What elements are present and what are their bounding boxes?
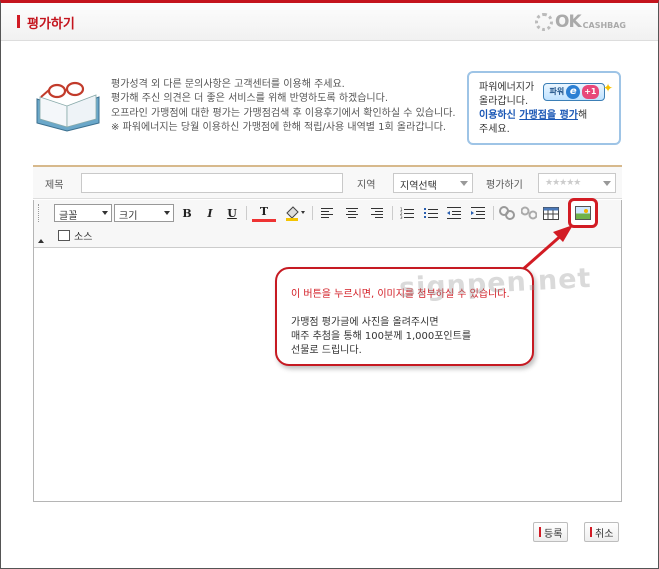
bullet-list-icon bbox=[424, 208, 438, 218]
rate-store-link[interactable]: 가맹점을 평가 bbox=[519, 110, 578, 121]
logo-ok-text: OK bbox=[555, 12, 582, 32]
editor-toolbar: 글꼴 크기 B I U T 1 2 3 소스 bbox=[34, 198, 621, 248]
logo-cashbag-text: CASHBAG bbox=[582, 20, 626, 30]
rating-stars: ★★★★★ bbox=[545, 178, 581, 188]
notice-text: 평가성격 외 다른 문의사항은 고객센터를 이용해 주세요. 평가해 주신 의견… bbox=[111, 78, 456, 136]
power-energy-badge: 파워 e +1 ✦ bbox=[543, 81, 613, 101]
link-prefix: 이용하신 bbox=[479, 110, 520, 121]
title-label: 제목 bbox=[45, 180, 64, 191]
size-select[interactable]: 크기 bbox=[114, 204, 174, 222]
header-accent-bar bbox=[17, 15, 20, 28]
region-label: 지역 bbox=[357, 180, 376, 191]
font-select[interactable]: 글꼴 bbox=[54, 204, 112, 222]
notice-line: 평가성격 외 다른 문의사항은 고객센터를 이용해 주세요. bbox=[111, 79, 345, 90]
numbered-list-button[interactable]: 123 bbox=[398, 204, 416, 222]
align-left-icon bbox=[321, 208, 333, 218]
link-icon bbox=[499, 206, 515, 220]
table-icon bbox=[543, 206, 559, 220]
chevron-down-icon bbox=[164, 211, 170, 215]
callout-text: 매주 추첨을 통해 100분께 1,000포인트를 bbox=[291, 331, 472, 342]
source-label: 소스 bbox=[74, 231, 93, 243]
unlink-button[interactable] bbox=[520, 204, 538, 222]
font-select-label: 글꼴 bbox=[59, 211, 78, 222]
source-icon bbox=[58, 229, 70, 241]
review-form-row: 제목 지역 지역선택 평가하기 ★★★★★ bbox=[33, 167, 622, 199]
book-glasses-icon bbox=[36, 81, 100, 132]
background-color-button[interactable] bbox=[282, 204, 308, 222]
text-color-glyph: T bbox=[259, 205, 269, 218]
link-suffix: 해 bbox=[577, 110, 588, 121]
indent-icon bbox=[471, 207, 485, 219]
button-accent-bar bbox=[539, 527, 541, 537]
page-title: 평가하기 bbox=[27, 17, 75, 32]
align-right-icon bbox=[371, 208, 383, 218]
align-right-button[interactable] bbox=[368, 204, 386, 222]
numbered-list-icon: 123 bbox=[400, 207, 414, 219]
cancel-label: 취소 bbox=[595, 528, 614, 540]
button-accent-bar bbox=[590, 527, 592, 537]
outdent-icon bbox=[447, 207, 461, 219]
align-left-button[interactable] bbox=[318, 204, 336, 222]
power-box-line: 주세요. bbox=[479, 124, 510, 135]
toolbar-grip bbox=[38, 204, 40, 222]
chevron-down-icon bbox=[460, 181, 468, 186]
rating-select[interactable]: ★★★★★ bbox=[538, 173, 616, 193]
submit-label: 등록 bbox=[544, 528, 563, 540]
rate-store-link-text[interactable]: 가맹점을 평가 bbox=[519, 110, 578, 121]
toolbar-separator bbox=[493, 206, 494, 220]
badge-plus: +1 bbox=[582, 85, 599, 99]
bold-button[interactable]: B bbox=[178, 204, 196, 222]
chevron-down-icon bbox=[603, 181, 611, 186]
outdent-button[interactable] bbox=[445, 204, 463, 222]
region-select[interactable]: 지역선택 bbox=[393, 173, 473, 193]
region-select-value: 지역선택 bbox=[400, 181, 437, 192]
table-button[interactable] bbox=[542, 204, 560, 222]
rating-label: 평가하기 bbox=[486, 180, 523, 191]
power-energy-box: 파워에너지가 올라갑니다. 파워 e +1 ✦ 이용하신 가맹점을 평가해 주세… bbox=[467, 71, 621, 145]
italic-button[interactable]: I bbox=[201, 204, 219, 222]
text-color-button[interactable]: T bbox=[252, 204, 276, 222]
underline-button[interactable]: U bbox=[223, 204, 241, 222]
bullet-list-button[interactable] bbox=[422, 204, 440, 222]
toolbar-separator bbox=[312, 206, 313, 220]
badge-e-icon: e bbox=[566, 85, 581, 99]
image-icon bbox=[575, 206, 591, 220]
align-center-button[interactable] bbox=[343, 204, 361, 222]
indent-button[interactable] bbox=[469, 204, 487, 222]
cancel-button[interactable]: 취소 bbox=[584, 522, 620, 542]
toolbar-separator bbox=[392, 206, 393, 220]
source-button[interactable]: 소스 bbox=[58, 227, 92, 243]
collapse-toolbar-icon[interactable] bbox=[38, 239, 44, 243]
link-button[interactable] bbox=[498, 204, 516, 222]
logo-burst-icon bbox=[535, 13, 553, 31]
badge-label: 파워 bbox=[549, 87, 565, 96]
popup-window: 평가하기 OK CASHBAG 평가성격 외 다른 문의사항은 고객센터를 이용… bbox=[0, 0, 659, 569]
paint-bucket-icon bbox=[286, 206, 305, 221]
callout-text: 가맹점 평가글에 사진을 올려주시면 bbox=[291, 317, 439, 328]
callout-text: 선물로 드립니다. bbox=[291, 345, 362, 356]
chevron-down-icon bbox=[102, 211, 108, 215]
notice-line: 평가해 주신 의견은 더 좋은 서비스를 위해 반영하도록 하겠습니다. bbox=[111, 93, 389, 105]
submit-button[interactable]: 등록 bbox=[533, 522, 569, 542]
notice-line: 오프라인 가맹점에 대한 평가는 가맹점검색 후 이용후기에서 확인하실 수 있… bbox=[111, 107, 456, 119]
ok-cashbag-logo: OK CASHBAG bbox=[535, 11, 626, 33]
title-input[interactable] bbox=[81, 173, 343, 193]
toolbar-separator bbox=[246, 206, 247, 220]
power-box-link-line: 이용하신 가맹점을 평가해 bbox=[479, 109, 609, 123]
spark-icon: ✦ bbox=[602, 81, 613, 95]
header: 평가하기 OK CASHBAG bbox=[1, 3, 658, 41]
unlink-icon bbox=[521, 206, 537, 220]
insert-image-button[interactable] bbox=[568, 198, 598, 228]
svg-text:3: 3 bbox=[400, 215, 403, 219]
align-center-icon bbox=[346, 208, 358, 218]
size-select-label: 크기 bbox=[119, 211, 138, 222]
notice-line: ※ 파워에너지는 당월 이용하신 가맹점에 한해 적립/사용 내역별 1회 올라… bbox=[111, 122, 447, 134]
